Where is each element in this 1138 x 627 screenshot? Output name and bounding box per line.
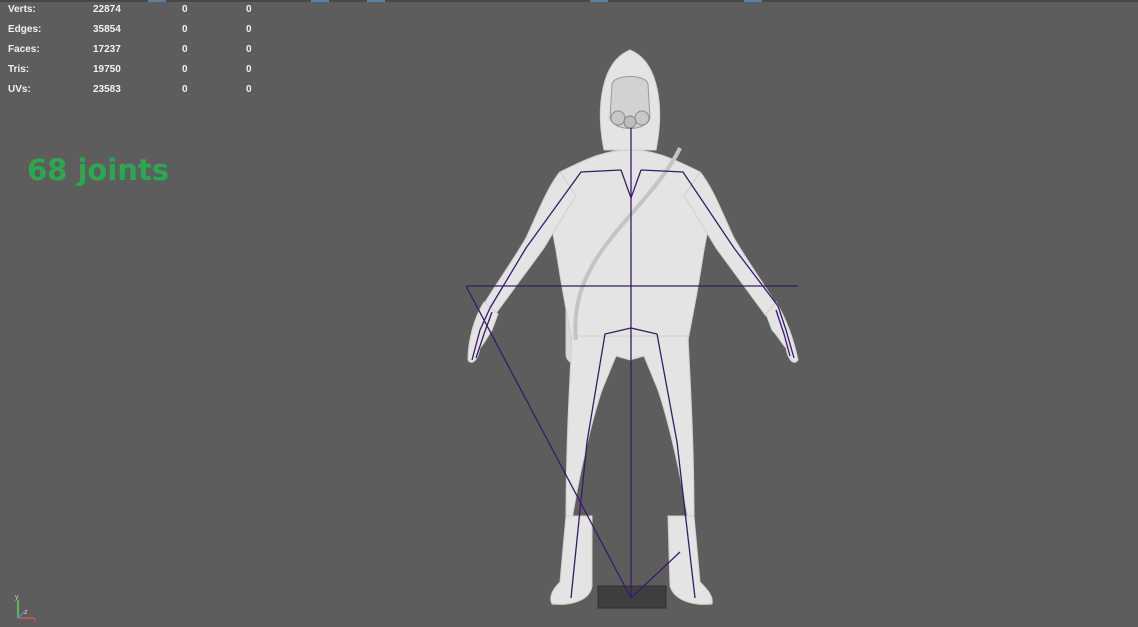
mask-valve (623, 115, 637, 129)
character-model[interactable] (0, 0, 1138, 622)
3d-viewport[interactable]: Verts: 22874 0 0 Edges: 35854 0 0 Faces:… (0, 0, 1138, 624)
axis-label-y: y (15, 594, 19, 601)
character-mesh[interactable] (467, 49, 799, 605)
axis-label-x: x (33, 617, 37, 622)
left-glove (467, 301, 499, 363)
view-axis-icon: y z x (10, 592, 40, 624)
mask-filter-left (610, 110, 626, 126)
torso (549, 149, 711, 341)
axis-label-z: z (24, 609, 28, 616)
mask-filter-right (634, 110, 650, 126)
